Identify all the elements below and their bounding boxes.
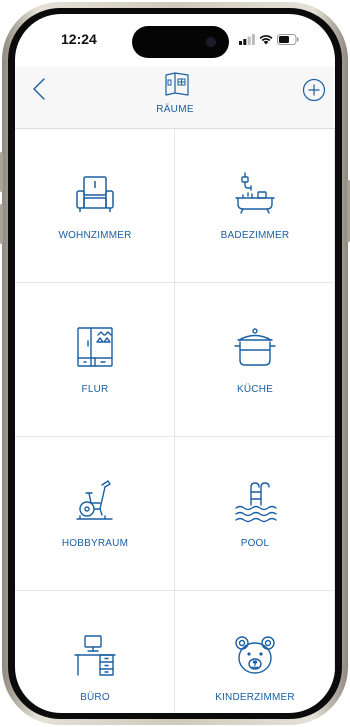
wifi-icon (259, 34, 273, 44)
app-screen: 12:24 RÄUME WOHNZIMMER BADEZIMMER FLUR K… (15, 14, 335, 713)
room-tile-kueche[interactable]: KÜCHE (175, 283, 335, 437)
header-bar: RÄUME (15, 66, 335, 129)
room-label: POOL (240, 538, 270, 549)
volume-down-button (0, 204, 3, 244)
room-tile-flur[interactable]: FLUR (15, 283, 175, 437)
dynamic-island (132, 26, 229, 58)
status-icons (239, 33, 299, 45)
battery-icon (277, 33, 299, 45)
room-tile-hobbyraum[interactable]: HOBBYRAUM (15, 437, 175, 591)
status-time: 12:24 (61, 31, 97, 47)
signal-icon (239, 33, 255, 45)
volume-up-button (0, 152, 3, 192)
room-label: KINDERZIMMER (215, 692, 295, 703)
armchair-icon (75, 176, 114, 212)
room-tile-wohnzimmer[interactable]: WOHNZIMMER (15, 129, 175, 283)
desk-computer-icon (73, 635, 116, 676)
bathtub-icon (234, 172, 275, 214)
pool-ladder-icon (234, 482, 277, 523)
room-tile-pool[interactable]: POOL (175, 437, 335, 591)
room-tile-buero[interactable]: BÜRO (15, 591, 175, 713)
room-label: WOHNZIMMER (58, 230, 132, 241)
camera-icon (206, 37, 216, 47)
rooms-book-icon (165, 72, 189, 96)
teddy-bear-icon (234, 636, 275, 674)
room-label: HOBBYRAUM (61, 538, 129, 549)
exercise-bike-icon (75, 480, 113, 520)
chevron-left-icon[interactable] (27, 76, 53, 102)
wardrobe-icon (76, 327, 113, 367)
plus-circle-icon[interactable] (302, 78, 326, 102)
room-tile-badezimmer[interactable]: BADEZIMMER (175, 129, 335, 283)
room-label: KÜCHE (236, 384, 273, 395)
cooking-pot-icon (233, 328, 276, 366)
room-label: BÜRO (80, 692, 110, 703)
room-tile-kinderzimmer[interactable]: KINDERZIMMER (175, 591, 335, 713)
page-title: RÄUME (156, 104, 194, 115)
room-label: FLUR (81, 384, 109, 395)
room-label: BADEZIMMER (220, 230, 290, 241)
